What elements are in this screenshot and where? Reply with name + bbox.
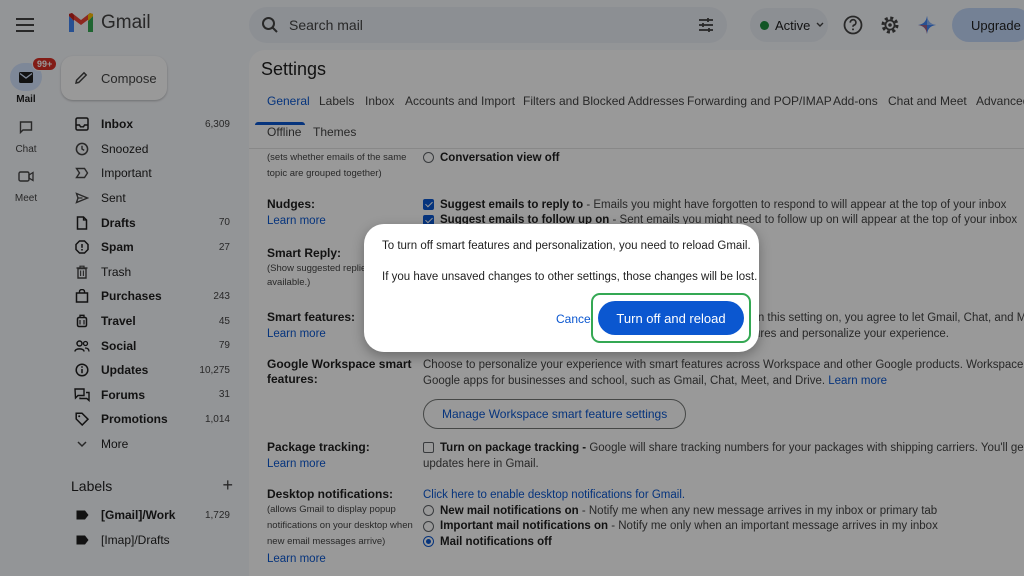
turn-off-and-reload-button[interactable]: Turn off and reload xyxy=(598,301,744,335)
reload-confirmation-dialog: To turn off smart features and personali… xyxy=(364,224,759,352)
dialog-message-2: If you have unsaved changes to other set… xyxy=(382,271,758,283)
dialog-message-1: To turn off smart features and personali… xyxy=(382,240,751,252)
cancel-button[interactable]: Cancel xyxy=(556,312,592,326)
